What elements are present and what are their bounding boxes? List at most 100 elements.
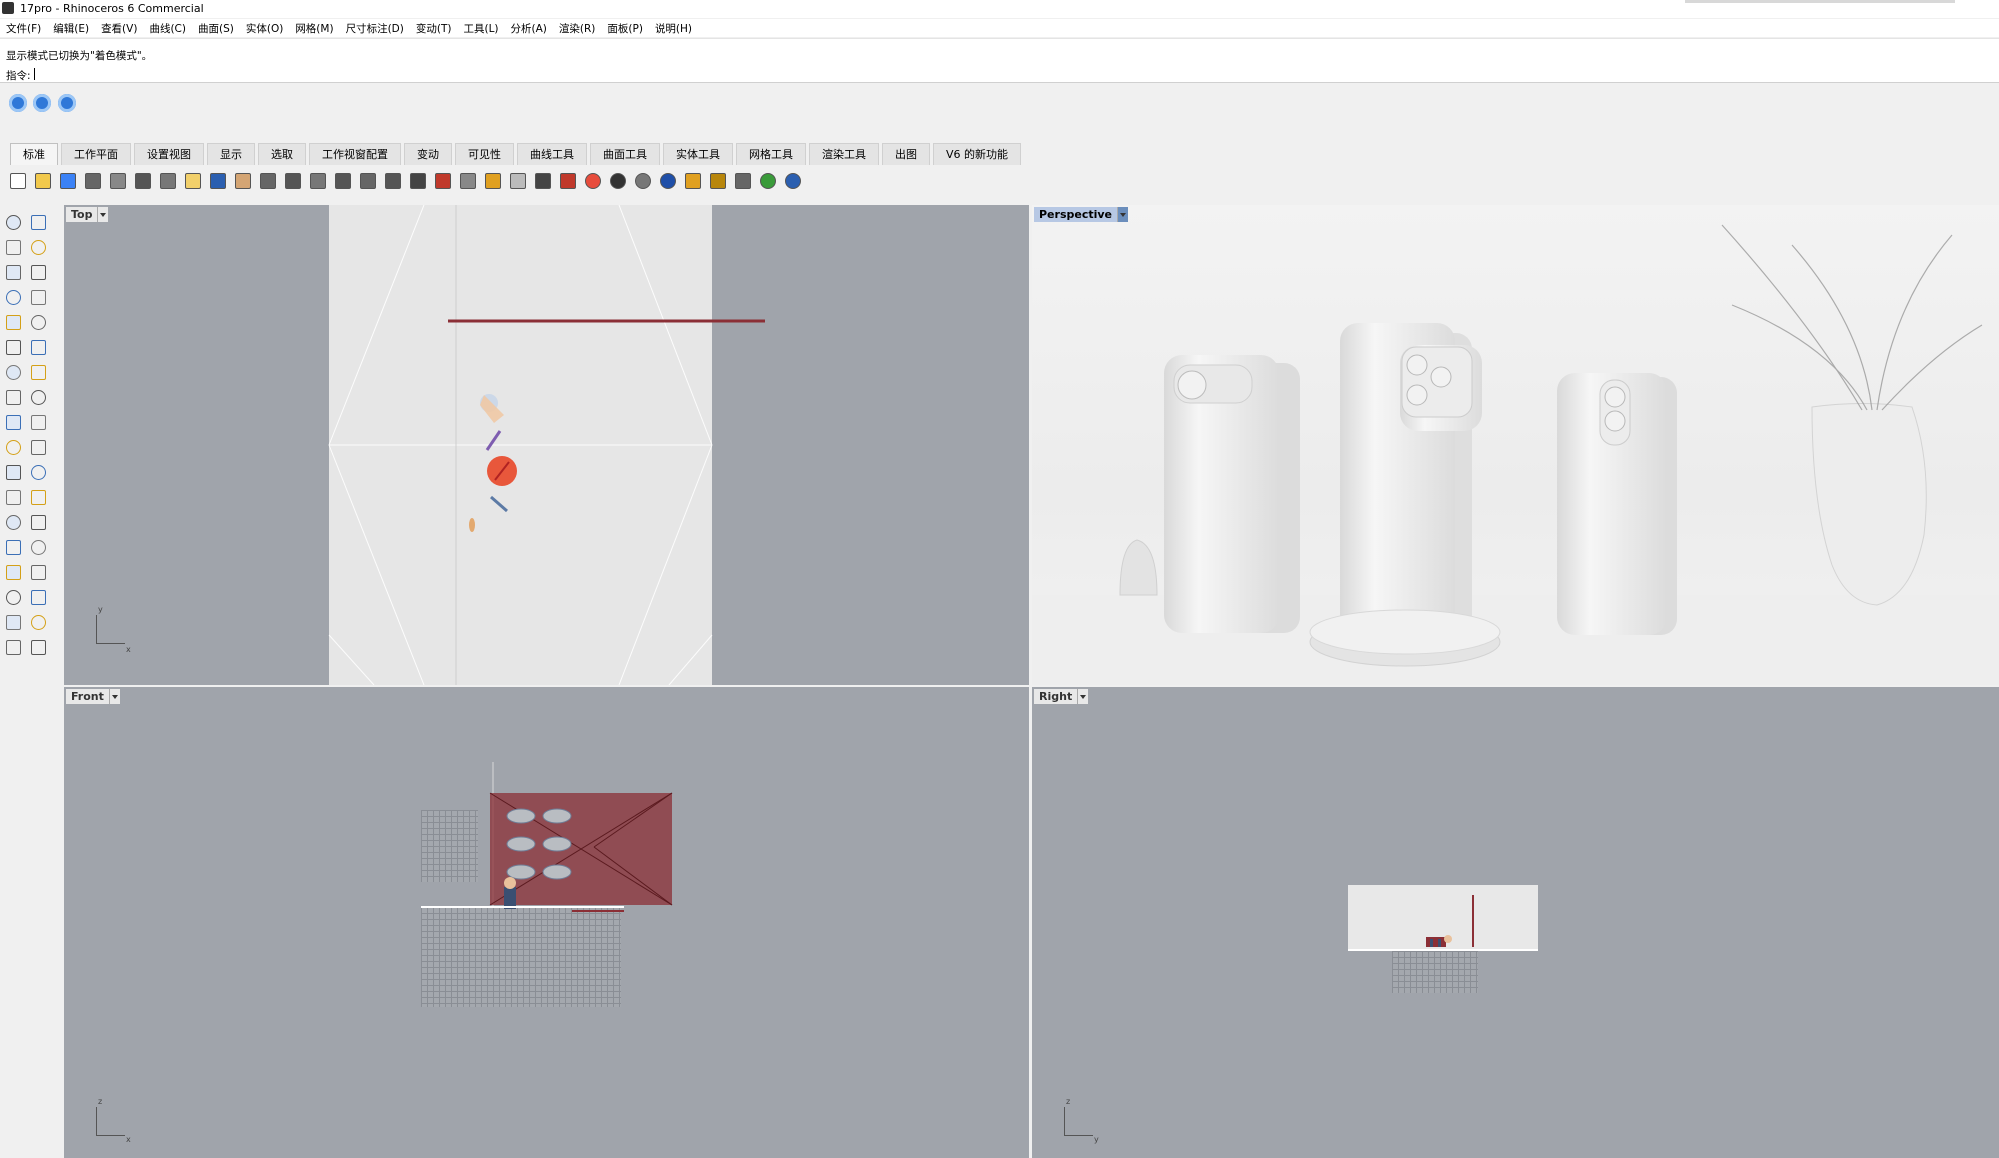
settings-gear-icon[interactable] xyxy=(708,172,727,191)
tab-mesh-tools[interactable]: 网格工具 xyxy=(736,143,806,165)
smarttrack-icon[interactable] xyxy=(33,94,51,112)
tab-visibility[interactable]: 可见性 xyxy=(455,143,514,165)
cage-edit-icon[interactable] xyxy=(733,172,752,191)
cylinder-icon[interactable] xyxy=(4,388,22,406)
filter-icon[interactable] xyxy=(683,172,702,191)
menu-view[interactable]: 查看(V) xyxy=(101,21,137,36)
help-icon[interactable] xyxy=(783,172,802,191)
zoom-icon[interactable] xyxy=(283,172,302,191)
rectangle-icon[interactable] xyxy=(29,288,47,306)
viewport-label-right[interactable]: Right xyxy=(1034,689,1089,704)
menu-solid[interactable]: 实体(O) xyxy=(246,21,283,36)
tab-transform[interactable]: 变动 xyxy=(404,143,452,165)
viewport-label-top[interactable]: Top xyxy=(66,207,109,222)
menu-panels[interactable]: 面板(P) xyxy=(607,21,643,36)
menu-file[interactable]: 文件(F) xyxy=(6,21,41,36)
menu-help[interactable]: 说明(H) xyxy=(655,21,692,36)
viewport-label-perspective[interactable]: Perspective xyxy=(1034,207,1129,222)
menu-curve[interactable]: 曲线(C) xyxy=(149,21,186,36)
osnap-icon[interactable] xyxy=(9,94,27,112)
mesh-icon[interactable] xyxy=(4,638,22,656)
light-icon[interactable] xyxy=(508,172,527,191)
save-icon[interactable] xyxy=(58,172,77,191)
tab-solid-tools[interactable]: 实体工具 xyxy=(663,143,733,165)
text-icon[interactable] xyxy=(4,513,22,531)
transform-icon[interactable] xyxy=(4,438,22,456)
polygon-icon[interactable] xyxy=(4,288,22,306)
command-line[interactable]: 指令: xyxy=(0,66,1999,83)
tab-drafting[interactable]: 出图 xyxy=(882,143,930,165)
ruler-icon[interactable] xyxy=(29,563,47,581)
render-tool-icon[interactable] xyxy=(29,638,47,656)
surface-icon[interactable] xyxy=(4,338,22,356)
zoom-window-icon[interactable] xyxy=(308,172,327,191)
print-icon[interactable] xyxy=(83,172,102,191)
menu-edit[interactable]: 编辑(E) xyxy=(53,21,89,36)
layer-icon[interactable] xyxy=(29,538,47,556)
new-file-icon[interactable] xyxy=(8,172,27,191)
sphere-gray-icon[interactable] xyxy=(633,172,652,191)
array-icon[interactable] xyxy=(4,588,22,606)
block-icon[interactable] xyxy=(4,538,22,556)
dimension-icon[interactable] xyxy=(29,513,47,531)
menu-render[interactable]: 渲染(R) xyxy=(559,21,596,36)
menu-transform[interactable]: 变动(T) xyxy=(416,21,452,36)
curve-icon[interactable] xyxy=(29,238,47,256)
four-viewports-icon[interactable] xyxy=(408,172,427,191)
menu-mesh[interactable]: 网格(M) xyxy=(295,21,333,36)
tab-new-in-v6[interactable]: V6 的新功能 xyxy=(933,143,1022,165)
menu-surface[interactable]: 曲面(S) xyxy=(198,21,234,36)
boolean-icon[interactable] xyxy=(4,413,22,431)
clipping-icon[interactable] xyxy=(4,613,22,631)
arc-icon[interactable] xyxy=(29,263,47,281)
paste-icon[interactable] xyxy=(183,172,202,191)
tab-standard[interactable]: 标准 xyxy=(10,143,58,165)
tab-select[interactable]: 选取 xyxy=(258,143,306,165)
sphere-tool-icon[interactable] xyxy=(29,363,47,381)
lock-icon[interactable] xyxy=(533,172,552,191)
gumball-icon[interactable] xyxy=(58,94,76,112)
car-icon[interactable] xyxy=(433,172,452,191)
mirror-icon[interactable] xyxy=(29,438,47,456)
color-wheel-icon[interactable] xyxy=(583,172,602,191)
chevron-down-icon[interactable] xyxy=(108,689,120,704)
check-icon[interactable] xyxy=(29,613,47,631)
undo-icon[interactable] xyxy=(208,172,227,191)
copy-icon[interactable] xyxy=(158,172,177,191)
viewport-front[interactable]: Front z x xyxy=(64,687,1029,1158)
light-tool-icon[interactable] xyxy=(29,413,47,431)
tab-display[interactable]: 显示 xyxy=(207,143,255,165)
solid-icon[interactable] xyxy=(4,563,22,581)
ellipse-tool-icon[interactable] xyxy=(4,313,22,331)
import-icon[interactable] xyxy=(108,172,127,191)
tab-surface-tools[interactable]: 曲面工具 xyxy=(590,143,660,165)
group-icon[interactable] xyxy=(29,463,47,481)
undo-view-icon[interactable] xyxy=(383,172,402,191)
snap-icon[interactable] xyxy=(483,172,502,191)
circle-icon[interactable] xyxy=(4,263,22,281)
viewport-top[interactable]: Top y x xyxy=(64,205,1029,685)
ellipse-icon[interactable] xyxy=(458,172,477,191)
command-input[interactable] xyxy=(34,68,35,80)
extrude-icon[interactable] xyxy=(29,388,47,406)
point-icon[interactable] xyxy=(29,213,47,231)
rotate-view-icon[interactable] xyxy=(258,172,277,191)
menu-tools[interactable]: 工具(L) xyxy=(463,21,498,36)
material-icon[interactable] xyxy=(558,172,577,191)
blend-icon[interactable] xyxy=(29,488,47,506)
tab-set-view[interactable]: 设置视图 xyxy=(134,143,204,165)
open-file-icon[interactable] xyxy=(33,172,52,191)
chevron-down-icon[interactable] xyxy=(1077,689,1089,704)
point-cloud-icon[interactable] xyxy=(4,463,22,481)
viewport-label-front[interactable]: Front xyxy=(66,689,120,704)
cut-icon[interactable] xyxy=(133,172,152,191)
sphere-blue-icon[interactable] xyxy=(658,172,677,191)
polyline-icon[interactable] xyxy=(4,238,22,256)
zoom-selected-icon[interactable] xyxy=(358,172,377,191)
fillet-icon[interactable] xyxy=(29,313,47,331)
window-controls-area[interactable] xyxy=(1685,0,1955,3)
viewport-right[interactable]: Right z y xyxy=(1032,687,1999,1158)
zoom-extents-icon[interactable] xyxy=(333,172,352,191)
curve-edit-icon[interactable] xyxy=(4,488,22,506)
pan-icon[interactable] xyxy=(233,172,252,191)
